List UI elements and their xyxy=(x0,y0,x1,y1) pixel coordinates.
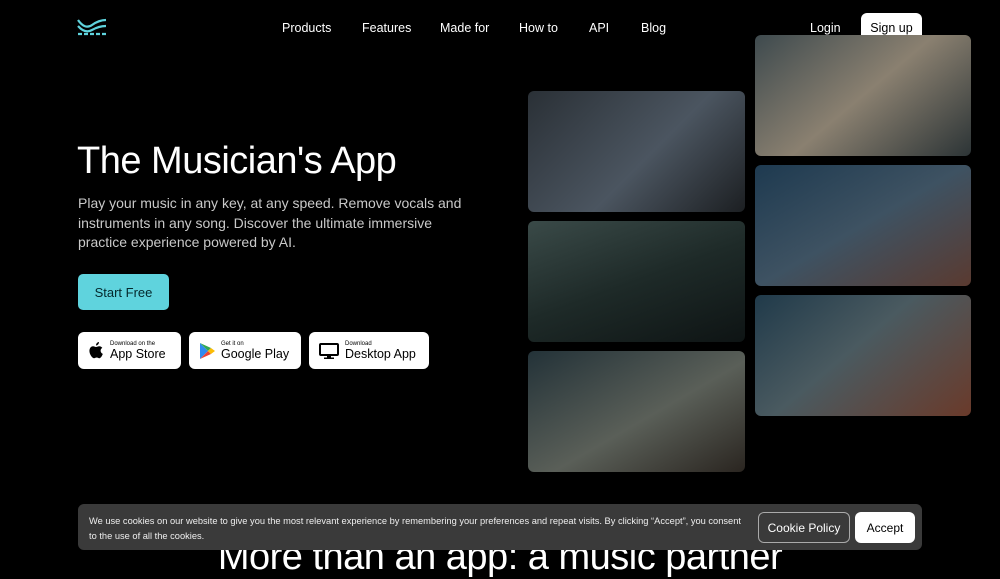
nav-products[interactable]: Products xyxy=(282,21,331,35)
nav-made-for[interactable]: Made for xyxy=(440,21,489,35)
desktop-app-button[interactable]: Download Desktop App xyxy=(309,332,429,369)
app-store-button[interactable]: Download on the App Store xyxy=(78,332,181,369)
photo-bassist-studio xyxy=(528,91,745,212)
cookie-policy-button[interactable]: Cookie Policy xyxy=(758,512,850,543)
nav-how-to[interactable]: How to xyxy=(519,21,558,35)
hero-title: The Musician's App xyxy=(77,140,397,182)
store-label: Google Play xyxy=(221,346,290,361)
photo-acoustic-guitarist xyxy=(755,295,971,416)
photo-guitarist xyxy=(528,351,745,472)
main-nav: Products Features Made for How to API Bl… xyxy=(0,21,1000,35)
monitor-icon xyxy=(319,342,339,359)
photo-duo-guitar xyxy=(755,165,971,286)
cookie-banner: We use cookies on our website to give yo… xyxy=(78,504,922,550)
photo-drummer xyxy=(528,221,745,342)
apple-icon xyxy=(89,341,103,358)
nav-features[interactable]: Features xyxy=(362,21,411,35)
photo-singer xyxy=(755,35,971,156)
nav-blog[interactable]: Blog xyxy=(641,21,666,35)
cookie-text: We use cookies on our website to give yo… xyxy=(89,516,741,541)
nav-api[interactable]: API xyxy=(589,21,609,35)
accept-button[interactable]: Accept xyxy=(855,512,915,543)
start-free-button[interactable]: Start Free xyxy=(78,274,169,310)
hero-subtitle: Play your music in any key, at any speed… xyxy=(78,195,462,250)
store-label: Desktop App xyxy=(345,346,416,361)
store-label: App Store xyxy=(110,346,166,361)
google-play-icon xyxy=(200,342,215,359)
login-link[interactable]: Login xyxy=(810,21,841,35)
google-play-button[interactable]: Get it on Google Play xyxy=(189,332,301,369)
